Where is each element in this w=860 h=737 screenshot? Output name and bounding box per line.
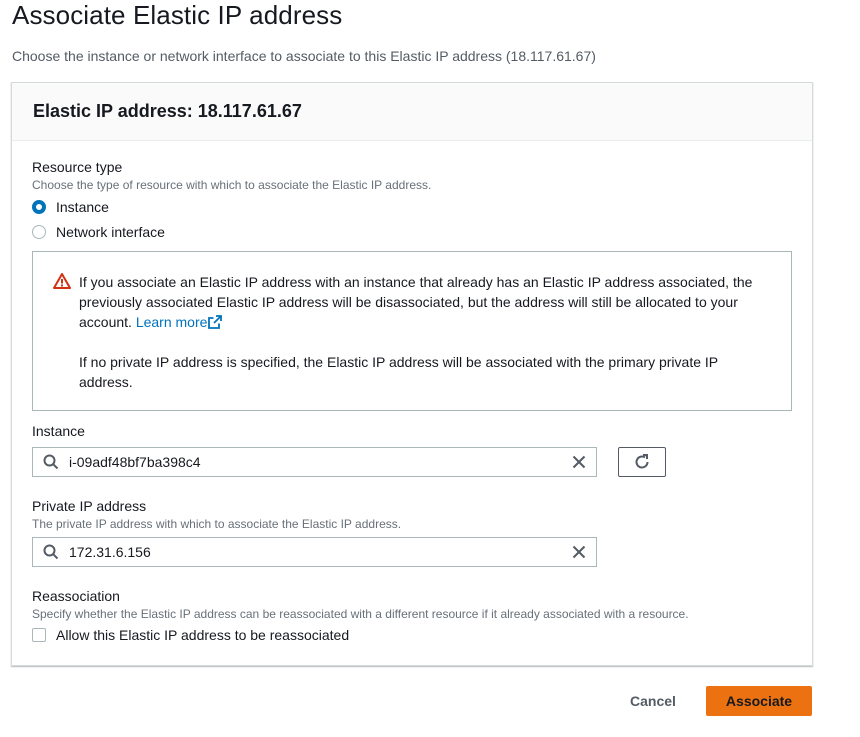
radio-instance-control[interactable] [32,200,46,214]
private-ip-value: 172.31.6.156 [69,544,151,560]
cancel-button[interactable]: Cancel [610,686,696,716]
instance-value: i-09adf48bf7ba398c4 [69,454,201,470]
alert-secondary-text: If no private IP address is specified, t… [79,354,718,390]
resource-type-description: Choose the type of resource with which t… [32,178,432,192]
refresh-icon [635,454,649,469]
radio-instance[interactable]: Instance [32,197,109,217]
private-ip-description: The private IP address with which to ass… [32,517,402,531]
page-description: Choose the instance or network interface… [12,48,596,64]
refresh-button[interactable] [618,447,666,477]
reassociation-label: Reassociation [32,588,120,604]
resource-type-label: Resource type [32,159,123,175]
page-title: Associate Elastic IP address [12,0,343,30]
external-link-icon [208,315,223,329]
radio-network-interface[interactable]: Network interface [32,222,165,242]
associate-button[interactable]: Associate [706,686,812,716]
radio-network-interface-label: Network interface [56,224,165,240]
instance-search-input[interactable]: i-09adf48bf7ba398c4 [32,447,597,477]
association-panel: Elastic IP address: 18.117.61.67 Resourc… [11,82,813,666]
reassociation-description: Specify whether the Elastic IP address c… [32,607,689,621]
private-ip-label: Private IP address [32,498,147,514]
reassociation-checkbox-label: Allow this Elastic IP address to be reas… [56,627,350,643]
panel-title: Elastic IP address: 18.117.61.67 [33,101,302,121]
warning-icon [53,273,71,289]
search-icon [43,454,59,470]
radio-network-interface-control[interactable] [32,225,46,239]
alert-text: If you associate an Elastic IP address w… [79,272,759,332]
search-icon [43,544,59,560]
reassociation-checkbox[interactable] [32,628,46,642]
instance-label: Instance [32,423,85,439]
private-ip-search-input[interactable]: 172.31.6.156 [32,537,597,567]
clear-icon[interactable] [572,545,586,559]
panel-header: Elastic IP address: 18.117.61.67 [12,83,812,141]
learn-more-link[interactable]: Learn more [136,314,223,330]
warning-alert: If you associate an Elastic IP address w… [32,251,792,411]
clear-icon[interactable] [572,455,586,469]
radio-instance-label: Instance [56,199,109,215]
reassociation-checkbox-row[interactable]: Allow this Elastic IP address to be reas… [32,627,349,643]
